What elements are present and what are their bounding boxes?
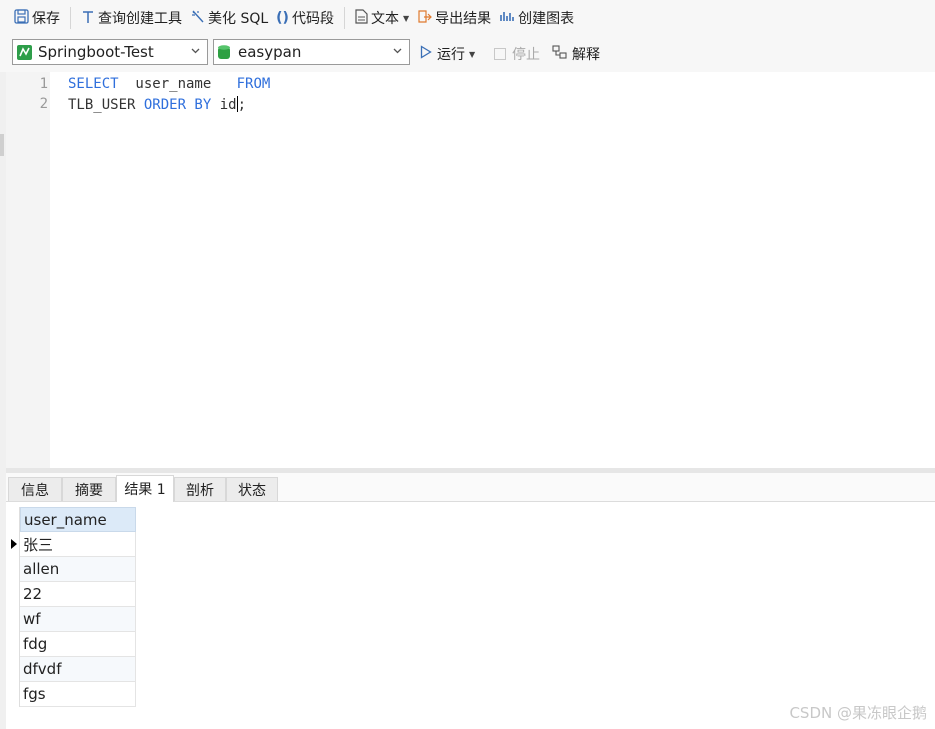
database-select[interactable]: easypan bbox=[213, 39, 410, 65]
sql-keyword: SELECT bbox=[68, 76, 119, 92]
sql-identifier: TLB_USER bbox=[68, 97, 144, 113]
sql-identifier: user_name bbox=[118, 76, 237, 92]
line-number: 2 bbox=[39, 96, 48, 112]
sql-punctuation: ; bbox=[237, 97, 247, 113]
row-indicator[interactable] bbox=[6, 582, 20, 607]
create-chart-button[interactable]: 创建图表 bbox=[495, 3, 578, 33]
line-number-gutter bbox=[6, 72, 50, 468]
explain-button[interactable]: 解释 bbox=[552, 36, 600, 72]
sql-keyword: ORDER BY bbox=[143, 97, 212, 113]
chevron-down-icon bbox=[190, 45, 201, 59]
chart-icon bbox=[499, 9, 515, 27]
beautify-sql-label: 美化 SQL bbox=[208, 11, 269, 27]
tab-status[interactable]: 状态 bbox=[226, 477, 278, 501]
result-tabs: 信息 摘要 结果 1 剖析 状态 bbox=[6, 473, 935, 502]
table-cell[interactable]: allen bbox=[20, 557, 136, 582]
dropdown-caret-icon: ▼ bbox=[469, 49, 476, 59]
tab-summary[interactable]: 摘要 bbox=[62, 477, 116, 501]
save-button[interactable]: 保存 bbox=[10, 3, 64, 33]
sql-keyword: FROM bbox=[236, 76, 271, 92]
database-icon bbox=[218, 44, 230, 60]
chevron-down-icon bbox=[392, 45, 403, 59]
code-snippet-label: 代码段 bbox=[291, 11, 334, 27]
column-header-user-name[interactable]: user_name bbox=[20, 507, 136, 532]
database-value: easypan bbox=[238, 43, 302, 61]
tab-profile[interactable]: 剖析 bbox=[174, 477, 226, 501]
table-cell[interactable]: 22 bbox=[20, 582, 136, 607]
row-indicator-header bbox=[6, 507, 20, 532]
stop-button[interactable]: 停止 bbox=[494, 36, 540, 72]
watermark: CSDN @果冻眼企鹅 bbox=[789, 704, 927, 722]
run-button[interactable]: 运行 ▼ bbox=[420, 36, 475, 72]
table-cell[interactable]: fdg bbox=[20, 632, 136, 657]
beautify-sql-button[interactable]: 美化 SQL bbox=[186, 3, 272, 33]
save-icon bbox=[14, 9, 29, 27]
table-cell[interactable]: wf bbox=[20, 607, 136, 632]
sql-identifier: id bbox=[211, 97, 237, 113]
magic-wand-icon bbox=[190, 9, 205, 27]
dropdown-caret-icon: ▼ bbox=[402, 13, 410, 23]
line-number: 1 bbox=[39, 76, 48, 92]
tab-info[interactable]: 信息 bbox=[8, 477, 62, 501]
toolbar-divider bbox=[343, 7, 345, 29]
table-cell[interactable]: 张三 bbox=[20, 532, 136, 557]
run-label: 运行 bbox=[437, 47, 465, 63]
export-results-button[interactable]: 导出结果 bbox=[413, 3, 495, 33]
connection-select[interactable]: Springboot-Test bbox=[12, 39, 208, 65]
row-indicator[interactable] bbox=[6, 557, 20, 582]
toolbar-divider bbox=[70, 7, 71, 29]
query-builder-icon bbox=[81, 10, 95, 27]
connection-icon bbox=[17, 44, 32, 60]
connection-value: Springboot-Test bbox=[38, 43, 154, 61]
query-builder-button[interactable]: 查询创建工具 bbox=[77, 3, 186, 33]
text-mode-label: 文本 bbox=[370, 11, 399, 27]
code-line-2: TLB_USER ORDER BY id; bbox=[68, 96, 246, 113]
table-cell[interactable]: fgs bbox=[20, 682, 136, 707]
row-indicator[interactable] bbox=[6, 607, 20, 632]
explain-icon bbox=[552, 44, 568, 64]
tab-result-1[interactable]: 结果 1 bbox=[116, 475, 174, 502]
braces-icon: () bbox=[276, 10, 289, 26]
save-label: 保存 bbox=[32, 11, 60, 27]
code-snippet-button[interactable]: () 代码段 bbox=[272, 3, 338, 33]
stop-icon bbox=[494, 48, 506, 60]
query-builder-label: 查询创建工具 bbox=[98, 11, 182, 27]
row-indicator[interactable] bbox=[6, 657, 20, 682]
stop-label: 停止 bbox=[512, 47, 540, 63]
sql-editor[interactable]: 1 2 SELECT user_name FROM TLB_USER ORDER… bbox=[6, 72, 935, 468]
current-row-indicator[interactable] bbox=[6, 532, 20, 557]
export-results-label: 导出结果 bbox=[435, 11, 492, 27]
create-chart-label: 创建图表 bbox=[518, 11, 575, 27]
main-toolbar: 保存 查询创建工具 美化 SQL () 代码段 文本 ▼ 导出结果 创建图表 bbox=[0, 0, 935, 36]
export-icon bbox=[417, 9, 432, 27]
document-icon bbox=[355, 9, 368, 27]
explain-label: 解释 bbox=[572, 47, 600, 63]
row-indicator[interactable] bbox=[6, 632, 20, 657]
row-indicator[interactable] bbox=[6, 682, 20, 707]
panel-collapse-handle[interactable] bbox=[0, 134, 4, 156]
play-icon bbox=[420, 45, 432, 63]
text-mode-button[interactable]: 文本 ▼ bbox=[351, 3, 413, 33]
code-line-1: SELECT user_name FROM bbox=[68, 76, 270, 92]
table-cell[interactable]: dfvdf bbox=[20, 657, 136, 682]
